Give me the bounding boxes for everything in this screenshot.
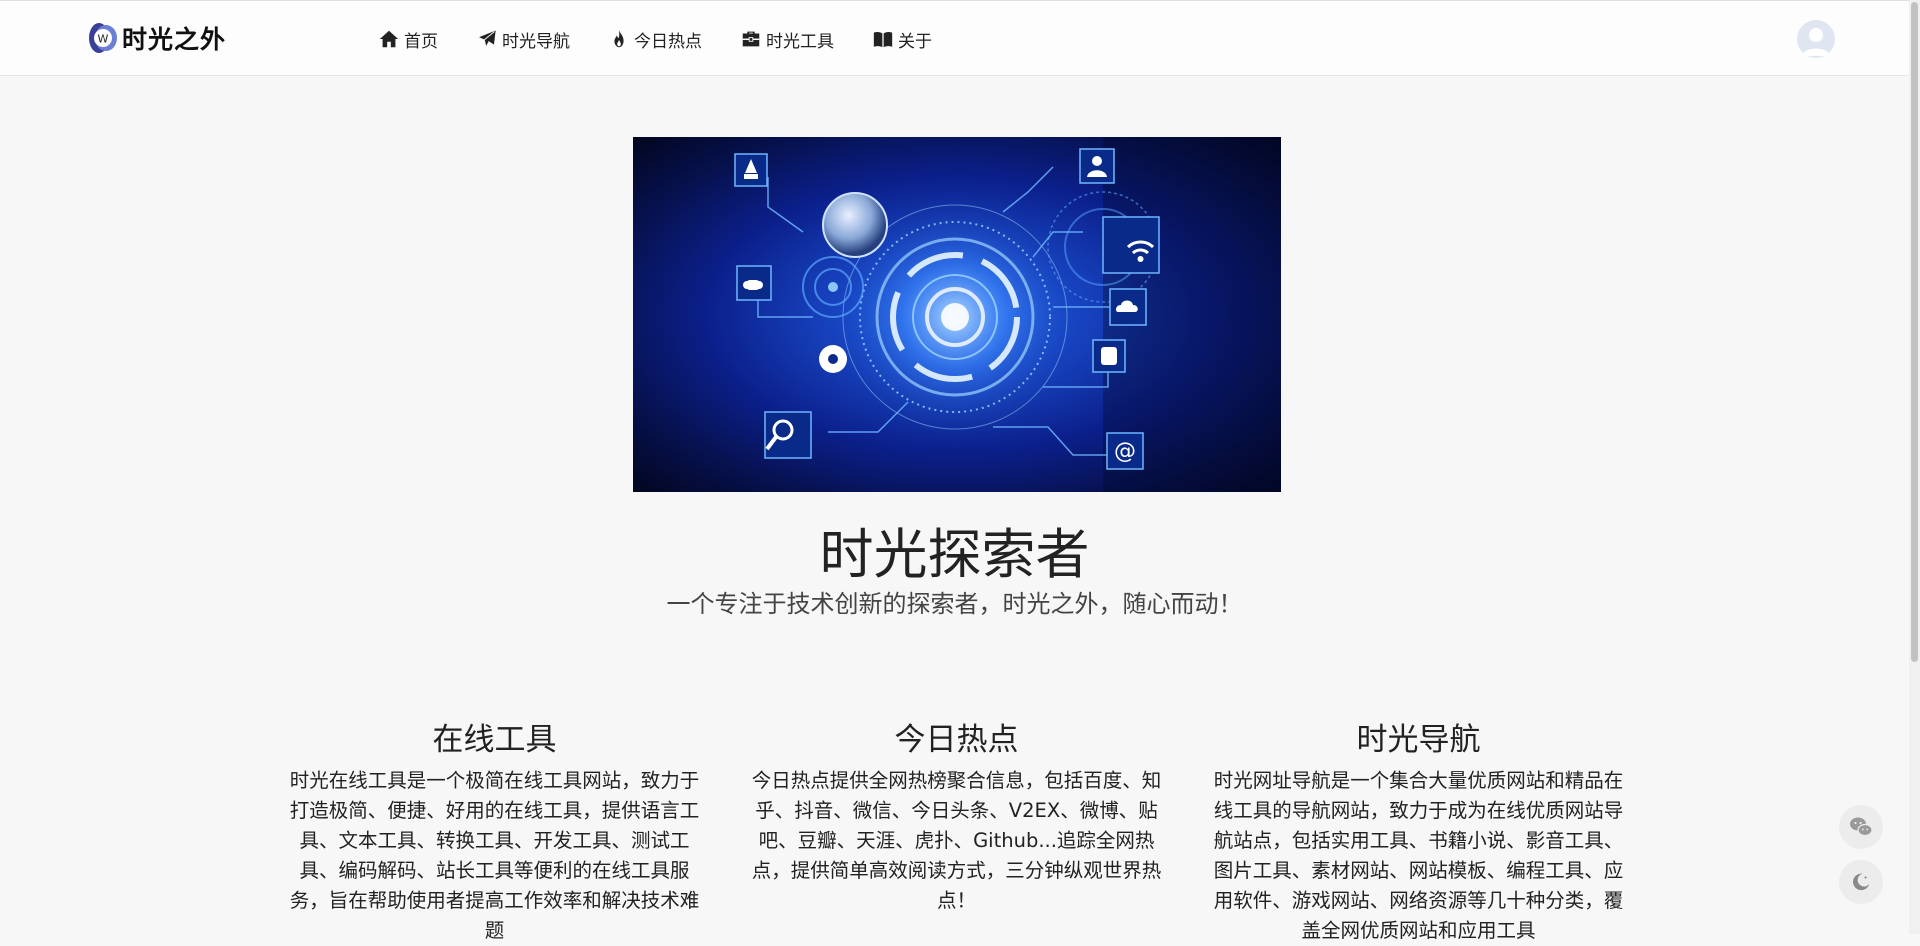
moon-icon [1852, 873, 1870, 891]
site-logo[interactable]: W 时光之外 [86, 21, 226, 55]
feature-title[interactable]: 在线工具 [282, 716, 707, 764]
email-at-symbol: @ [1114, 439, 1136, 464]
site-name: 时光之外 [122, 25, 227, 54]
hero-banner-image: @ [633, 137, 1281, 492]
toolbox-icon [742, 31, 760, 47]
feature-hot-news: 今日热点 今日热点提供全网热榜聚合信息，包括百度、知乎、抖音、微信、今日头条、V… [744, 716, 1169, 916]
page-title: 时光探索者 [819, 523, 1090, 586]
book-icon [873, 31, 893, 48]
feature-description: 时光网址导航是一个集合大量优质网站和精品在线工具的导航网站，致力于成为在线优质网… [1213, 769, 1624, 942]
page-scrollbar[interactable] [1909, 0, 1920, 934]
user-avatar[interactable] [1797, 20, 1835, 58]
nav-item-label: 关于 [898, 31, 932, 52]
nav-item-label: 时光导航 [502, 31, 570, 52]
dark-mode-toggle[interactable] [1839, 860, 1883, 904]
feature-title[interactable]: 时光导航 [1206, 716, 1631, 764]
feature-online-tools: 在线工具 时光在线工具是一个极简在线工具网站，致力于打造极简、便捷、好用的在线工… [282, 716, 707, 946]
feature-navigation: 时光导航 时光网址导航是一个集合大量优质网站和精品在线工具的导航网站，致力于成为… [1206, 716, 1631, 946]
nav-item-label: 今日热点 [634, 31, 702, 52]
feature-description: 今日热点提供全网热榜聚合信息，包括百度、知乎、抖音、微信、今日头条、V2EX、微… [751, 769, 1162, 912]
user-avatar-icon [1802, 28, 1830, 56]
nav-item-hot[interactable]: 今日热点 [608, 25, 702, 53]
paper-plane-icon [476, 29, 497, 49]
nav-item-label: 时光工具 [766, 31, 834, 52]
nav-item-tools[interactable]: 时光工具 [740, 25, 834, 53]
nav-item-navigation[interactable]: 时光导航 [476, 25, 570, 53]
wechat-icon [1850, 817, 1873, 837]
page-subtitle: 一个专注于技术创新的探索者，时光之外，随心而动！ [666, 590, 1243, 618]
wechat-button[interactable] [1839, 805, 1883, 849]
feature-title[interactable]: 今日热点 [744, 716, 1169, 764]
scrollbar-thumb[interactable] [1911, 2, 1918, 662]
nav-item-home[interactable]: 首页 [378, 25, 438, 53]
logo-letter: W [98, 33, 109, 46]
home-icon [379, 30, 399, 48]
main-nav: 首页 时光导航 今日热点 时光工具 关于 [378, 25, 970, 53]
nav-item-label: 首页 [404, 31, 438, 52]
top-navbar: W 时光之外 首页 时光导航 今日热点 时光工具 关于 [0, 0, 1920, 76]
feature-description: 时光在线工具是一个极简在线工具网站，致力于打造极简、便捷、好用的在线工具，提供语… [289, 769, 700, 942]
logo-mark-icon: W [86, 21, 120, 55]
nav-item-about[interactable]: 关于 [872, 25, 932, 53]
fire-icon [614, 29, 624, 48]
